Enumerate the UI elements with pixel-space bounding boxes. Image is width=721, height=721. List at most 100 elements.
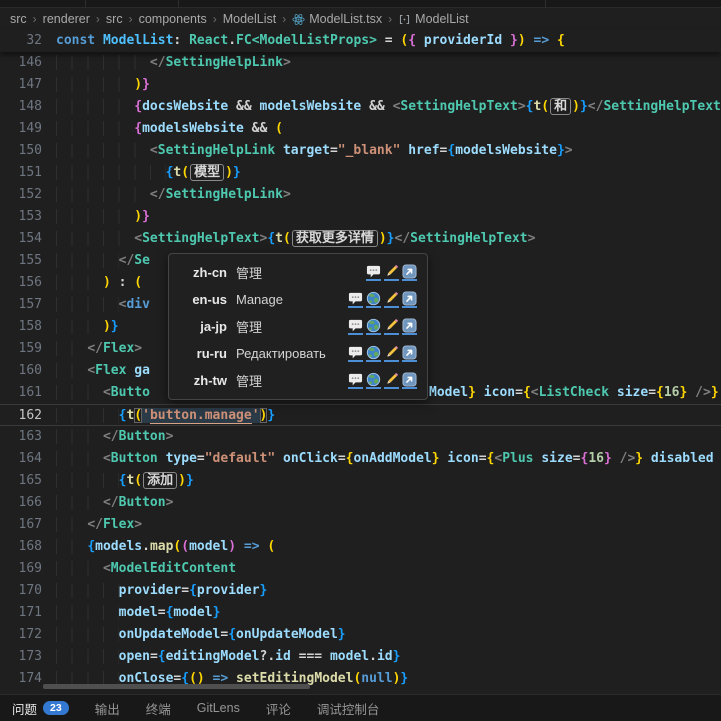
- comment-icon[interactable]: [348, 318, 363, 335]
- code-token: :: [173, 33, 189, 48]
- panel-tab-problems[interactable]: 问题23: [12, 699, 69, 718]
- pencil-icon[interactable]: [384, 318, 399, 335]
- breadcrumb-item[interactable]: renderer: [43, 12, 90, 26]
- comment-icon[interactable]: [366, 264, 381, 281]
- open-external-icon[interactable]: [402, 264, 417, 281]
- line-number[interactable]: 171: [8, 602, 42, 624]
- panel-tab-terminal[interactable]: 终端: [146, 699, 171, 718]
- i18n-inline-annotation: 获取更多详情: [292, 230, 378, 247]
- code-line-147[interactable]: 147 )}: [0, 74, 721, 96]
- code-line-165[interactable]: 165 {t(添加)}: [0, 470, 721, 492]
- code-line-173[interactable]: 173 open={editingModel?.id === model.id}: [0, 646, 721, 668]
- code-line-171[interactable]: 171 model={model}: [0, 602, 721, 624]
- line-number[interactable]: 153: [8, 206, 42, 228]
- pencil-icon[interactable]: [384, 291, 399, 308]
- globe-icon[interactable]: [366, 318, 381, 335]
- line-number[interactable]: 148: [8, 96, 42, 118]
- code-line-154[interactable]: 154 <SettingHelpText>{t(获取更多详情)}</Settin…: [0, 228, 721, 250]
- line-number[interactable]: 32: [8, 30, 42, 52]
- breadcrumb-item[interactable]: src: [10, 12, 27, 26]
- code-line-149[interactable]: 149 {modelsWebsite && (: [0, 118, 721, 140]
- line-number[interactable]: 151: [8, 162, 42, 184]
- line-number[interactable]: 173: [8, 646, 42, 668]
- pencil-icon[interactable]: [384, 345, 399, 362]
- line-number[interactable]: 174: [8, 668, 42, 690]
- breadcrumb-separator: ›: [96, 12, 100, 26]
- pencil-icon[interactable]: [384, 264, 399, 281]
- code-line-167[interactable]: 167 </Flex>: [0, 514, 721, 536]
- symbol-icon: [398, 13, 411, 26]
- open-external-icon[interactable]: [402, 291, 417, 308]
- line-number[interactable]: 167: [8, 514, 42, 536]
- panel-tab-gitlens[interactable]: GitLens: [197, 701, 240, 715]
- hover-row: en-usManage: [177, 286, 417, 313]
- pencil-icon[interactable]: [384, 372, 399, 389]
- open-external-icon[interactable]: [402, 318, 417, 335]
- code-line-164[interactable]: 164 <Button type="default" onClick={onAd…: [0, 448, 721, 470]
- code-line-146[interactable]: 146 </SettingHelpLink>: [0, 52, 721, 74]
- panel-tab-output[interactable]: 输出: [95, 699, 120, 718]
- code-line-162[interactable]: 162 {t('button.manage')}: [0, 404, 721, 426]
- line-number[interactable]: 169: [8, 558, 42, 580]
- code-line-169[interactable]: 169 <ModelEditContent: [0, 558, 721, 580]
- line-number[interactable]: 154: [8, 228, 42, 250]
- code-token: modelsWebsite: [260, 99, 362, 114]
- line-number[interactable]: 158: [8, 316, 42, 338]
- line-number[interactable]: 149: [8, 118, 42, 140]
- line-number[interactable]: 165: [8, 470, 42, 492]
- code-line-170[interactable]: 170 provider={provider}: [0, 580, 721, 602]
- code-line-151[interactable]: 151 {t(模型)}: [0, 162, 721, 184]
- code-line-166[interactable]: 166 </Button>: [0, 492, 721, 514]
- breadcrumb-item[interactable]: ModelList: [223, 12, 277, 26]
- code-token: >: [134, 517, 142, 532]
- code-line-148[interactable]: 148 {docsWebsite && modelsWebsite && <Se…: [0, 96, 721, 118]
- line-number[interactable]: 166: [8, 492, 42, 514]
- editor[interactable]: 146 </SettingHelpLink>147 )}148 {docsWeb…: [0, 52, 721, 694]
- line-number[interactable]: 163: [8, 426, 42, 448]
- panel-tab-debug-console[interactable]: 调试控制台: [317, 699, 380, 718]
- line-number[interactable]: 156: [8, 272, 42, 294]
- breadcrumb-item[interactable]: ModelList.tsx: [309, 12, 382, 26]
- i18n-key-link[interactable]: button.manage: [150, 408, 252, 424]
- line-number[interactable]: 172: [8, 624, 42, 646]
- code-line-172[interactable]: 172 onUpdateModel={onUpdateModel}: [0, 624, 721, 646]
- sticky-scroll-line[interactable]: 32const ModelList: React.FC<ModelListPro…: [0, 30, 721, 52]
- comment-icon[interactable]: [348, 372, 363, 389]
- line-number[interactable]: 164: [8, 448, 42, 470]
- globe-icon[interactable]: [366, 291, 381, 308]
- open-external-icon[interactable]: [402, 345, 417, 362]
- comment-icon[interactable]: [348, 345, 363, 362]
- line-number[interactable]: 162: [8, 405, 42, 427]
- line-number[interactable]: 170: [8, 580, 42, 602]
- line-number[interactable]: 161: [8, 382, 42, 404]
- code-token: Se: [134, 253, 150, 268]
- line-number[interactable]: 146: [8, 52, 42, 74]
- line-number[interactable]: 152: [8, 184, 42, 206]
- code-line-152[interactable]: 152 </SettingHelpLink>: [0, 184, 721, 206]
- breadcrumb-item[interactable]: components: [139, 12, 207, 26]
- line-number[interactable]: 157: [8, 294, 42, 316]
- comment-icon[interactable]: [348, 291, 363, 308]
- code-line-153[interactable]: 153 )}: [0, 206, 721, 228]
- code-line-32[interactable]: 32const ModelList: React.FC<ModelListPro…: [0, 30, 721, 52]
- line-number[interactable]: 147: [8, 74, 42, 96]
- code-token: {: [158, 649, 166, 664]
- line-number[interactable]: 160: [8, 360, 42, 382]
- open-external-icon[interactable]: [402, 372, 417, 389]
- line-number[interactable]: 168: [8, 536, 42, 558]
- line-number[interactable]: 155: [8, 250, 42, 272]
- line-number[interactable]: 150: [8, 140, 42, 162]
- code-line-150[interactable]: 150 <SettingHelpLink target="_blank" hre…: [0, 140, 721, 162]
- code-token: />: [687, 385, 710, 400]
- code-line-168[interactable]: 168 {models.map((model) => (: [0, 536, 721, 558]
- code-token: ): [379, 231, 387, 246]
- code-line-163[interactable]: 163 </Button>: [0, 426, 721, 448]
- globe-icon[interactable]: [366, 345, 381, 362]
- breadcrumb-item[interactable]: ModelList: [415, 12, 469, 26]
- horizontal-scrollbar[interactable]: [43, 684, 310, 689]
- panel-tab-comments[interactable]: 评论: [266, 699, 291, 718]
- line-number[interactable]: 159: [8, 338, 42, 360]
- code-token: model: [189, 539, 228, 554]
- globe-icon[interactable]: [366, 372, 381, 389]
- breadcrumb-item[interactable]: src: [106, 12, 123, 26]
